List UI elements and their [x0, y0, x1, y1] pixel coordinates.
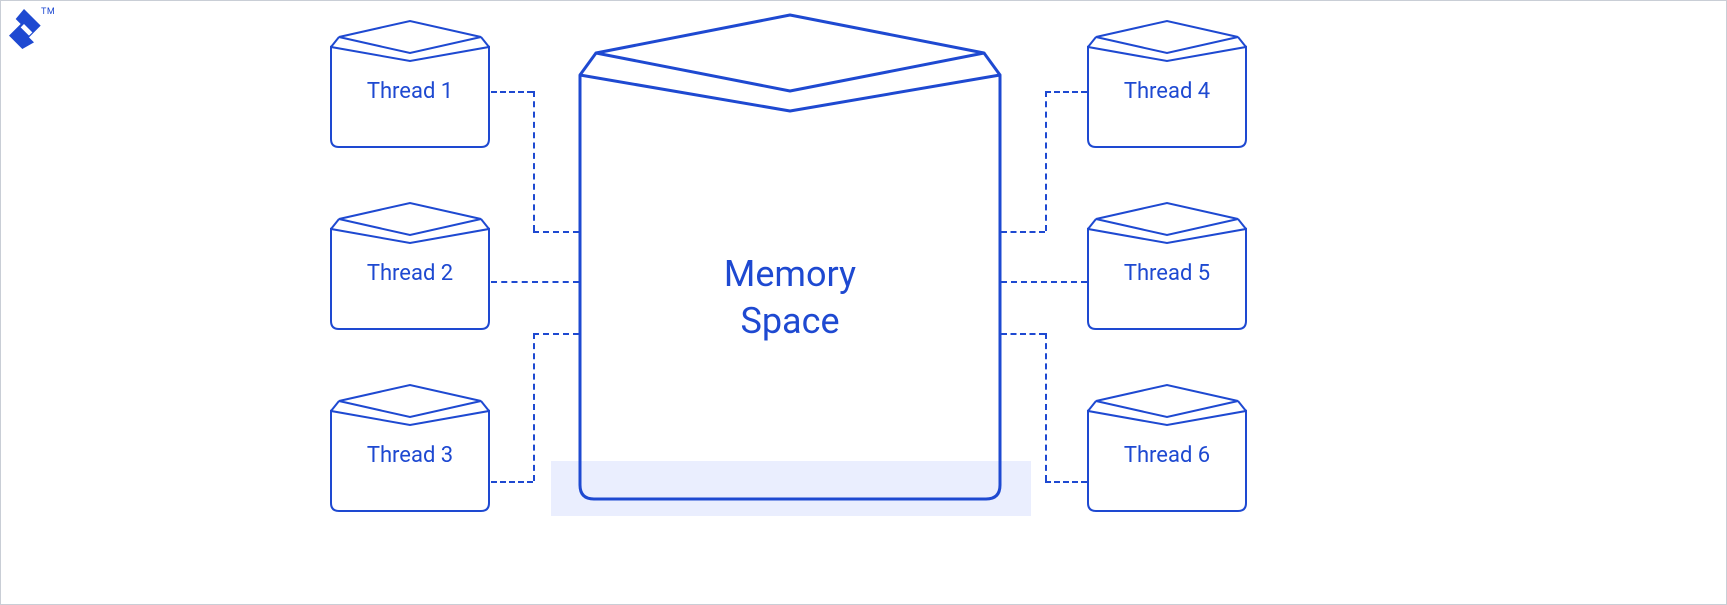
connector-t6-seg2 [1045, 333, 1047, 481]
trademark-label: TM [41, 7, 55, 17]
connector-t1-seg2 [533, 91, 535, 231]
connector-t2 [491, 281, 579, 283]
connector-t4-seg1 [1045, 91, 1087, 93]
thread-3-box [329, 383, 491, 513]
connector-t1-seg1 [491, 91, 533, 93]
connector-t1-seg3 [533, 231, 579, 233]
connector-t4-seg3 [1001, 231, 1045, 233]
diagram-canvas: TM Memory Space Thread 1 Thread 2 [0, 0, 1727, 605]
memory-space-box [576, 13, 1004, 503]
thread-6-box [1086, 383, 1248, 513]
connector-t4-seg2 [1045, 91, 1047, 231]
connector-t5 [1001, 281, 1087, 283]
thread-5-box [1086, 201, 1248, 331]
connector-t3-seg2 [533, 333, 535, 481]
thread-2-box [329, 201, 491, 331]
connector-t6-seg1 [1045, 481, 1087, 483]
thread-1-box [329, 19, 491, 149]
connector-t3-seg1 [491, 481, 533, 483]
connector-t3-seg3 [533, 333, 579, 335]
connector-t6-seg3 [1001, 333, 1045, 335]
thread-4-box [1086, 19, 1248, 149]
